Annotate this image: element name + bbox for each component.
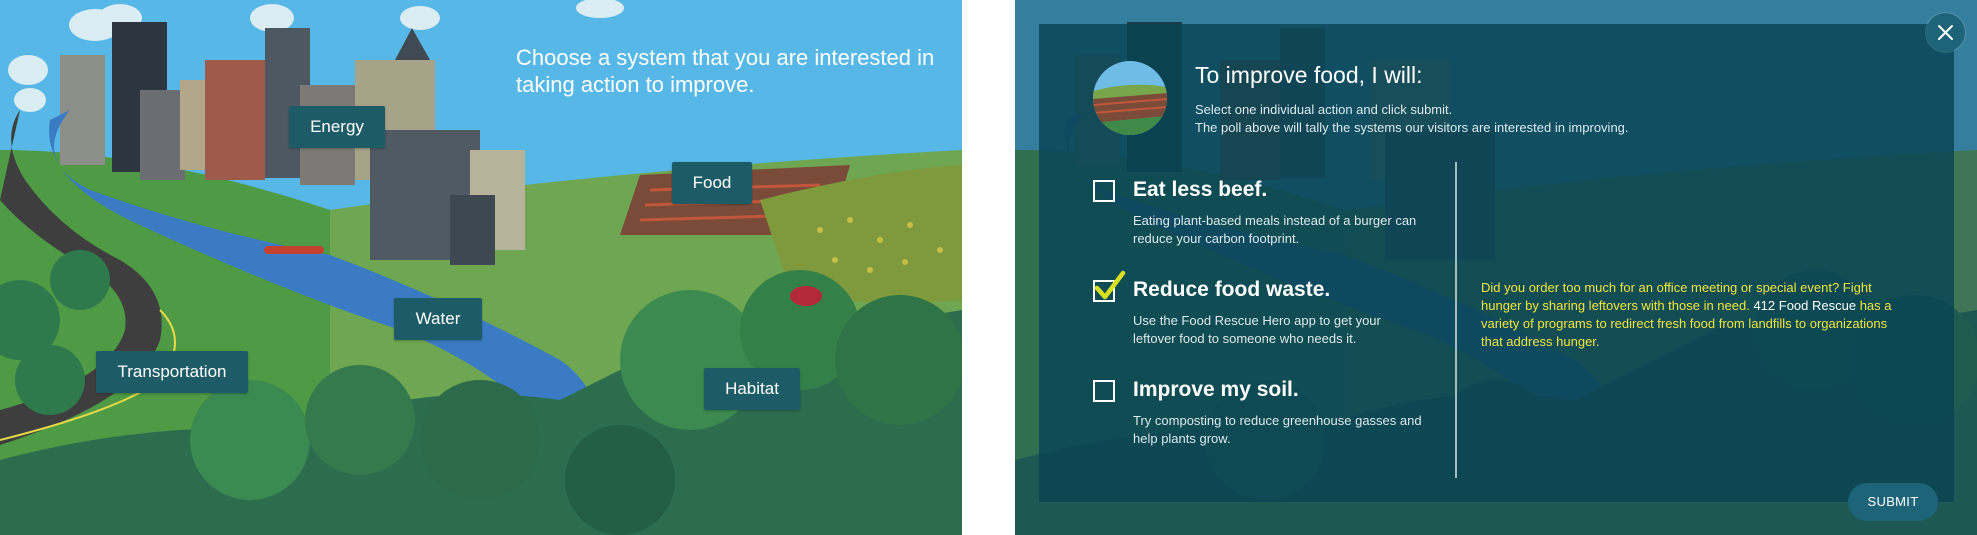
option-description: Use the Food Rescue Hero app to get your… [1133,313,1381,346]
option-description: Try composting to reduce greenhouse gass… [1133,413,1422,446]
food-rescue-reference: 412 Food Rescue [1753,298,1857,313]
habitat-button[interactable]: Habitat [704,368,800,410]
option-title[interactable]: Reduce food waste. [1133,278,1330,302]
modal-title: To improve food, I will: [1195,62,1423,88]
checkmark-icon [1094,270,1126,300]
modal-instructions: Select one individual action and click s… [1195,101,1629,137]
action-modal: To improve food, I will: Select one indi… [1039,24,1954,502]
instruction-line-2: The poll above will tally the systems ou… [1195,120,1629,135]
checkbox-icon[interactable] [1093,380,1115,402]
system-prompt: Choose a system that you are interested … [516,45,935,97]
close-icon [1938,25,1953,40]
food-button[interactable]: Food [672,162,752,204]
option-description: Eating plant-based meals instead of a bu… [1133,213,1417,246]
water-button[interactable]: Water [394,298,482,340]
instruction-line-1: Select one individual action and click s… [1195,102,1453,117]
transportation-button[interactable]: Transportation [96,351,248,393]
checkbox-icon[interactable] [1093,180,1115,202]
system-selection-screen: Choose a system that you are interested … [0,0,962,535]
info-text: Did you order too much for an office mee… [1481,279,1901,351]
food-thumbnail [1093,61,1167,135]
option-title[interactable]: Eat less beef. [1133,178,1267,202]
energy-button[interactable]: Energy [289,106,385,148]
column-divider [1455,162,1457,478]
option-title[interactable]: Improve my soil. [1133,378,1299,402]
action-selection-screen: To improve food, I will: Select one indi… [1015,0,1977,535]
submit-button[interactable]: SUBMIT [1848,483,1938,521]
close-button[interactable] [1926,13,1965,52]
